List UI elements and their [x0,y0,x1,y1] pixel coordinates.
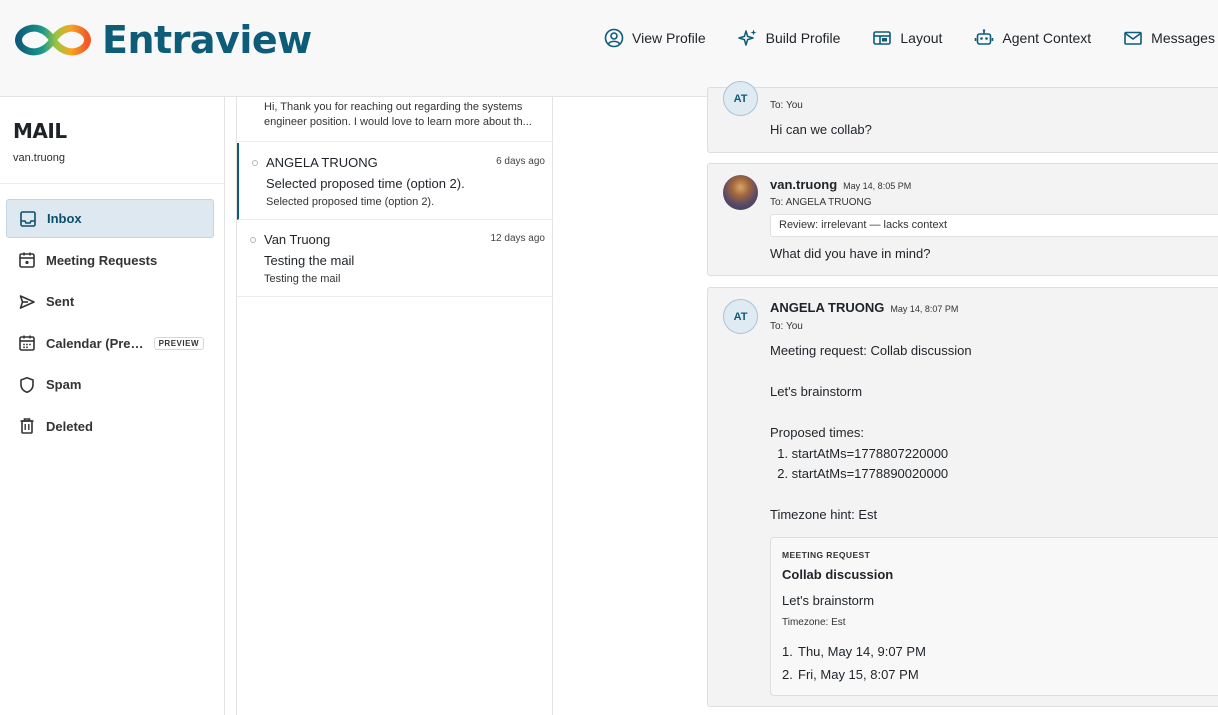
option-time: Fri, May 15, 8:07 PM [798,667,919,682]
avatar: AT [723,299,758,334]
nav-view-profile[interactable]: View Profile [604,28,706,48]
message-date: May 14, 8:07 PM [890,304,959,314]
send-icon [19,294,35,309]
thread-message: AT To: You Hi can we collab? [707,81,1218,153]
message-thread: AT To: You Hi can we collab? van.truong M… [554,81,1218,715]
sender-name: ANGELA TRUONG [770,300,885,315]
sidebar-item-label: Spam [46,377,82,392]
message-sender: ANGELA TRUONG May 14, 8:07 PM [770,300,958,315]
nav-layout[interactable]: Layout [872,28,942,48]
robot-icon [975,29,994,45]
mail-sidebar: MAIL van.truong Inbox Meeting Requests S… [0,97,225,715]
nav-view-profile-label: View Profile [632,30,706,46]
message-subject: Selected proposed time (option 2). [266,176,465,191]
sender-name: van.truong [770,177,838,192]
sidebar-item-label: Sent [46,294,75,309]
message-body: Hi can we collab? [770,122,872,137]
message-body: Meeting request: Collab discussion Let's… [770,343,972,522]
sidebar-item-sent[interactable]: Sent [6,282,214,321]
meeting-time-option[interactable]: 1. Thu, May 14, 9:07 PM [782,644,926,659]
sidebar-divider [0,183,224,184]
meeting-timezone: Timezone: Est [782,617,846,628]
sidebar-item-spam[interactable]: Spam [6,365,214,404]
avatar: AT [723,81,758,116]
unread-dot [250,237,256,243]
mail-title: MAIL [13,119,67,143]
shield-icon [20,376,34,393]
brand-logo[interactable]: Entraview [12,18,312,62]
layout-icon [873,31,892,45]
option-time: Thu, May 14, 9:07 PM [798,644,926,659]
message-sender: Van Truong [264,232,331,247]
mail-folder-nav: Inbox Meeting Requests Sent Calendar (Pr… [6,199,214,448]
message-sender: van.truong May 14, 8:05 PM [770,177,911,192]
thread-message: AT ANGELA TRUONG May 14, 8:07 PM To: You … [707,287,1218,707]
sidebar-item-label: Deleted [46,418,93,434]
list-item[interactable]: Van Truong 12 days ago Testing the mail … [237,220,553,297]
calendar-plus-icon [19,252,35,268]
mail-icon [1124,31,1142,45]
sidebar-item-label: Meeting Requests [46,252,158,268]
top-nav: View Profile Build Profile Layout Agent … [604,28,1215,48]
message-list: Hi, Thank you for reaching out regarding… [236,97,553,715]
trash-icon [20,418,34,434]
meeting-time-option[interactable]: 2. Fri, May 15, 8:07 PM [782,667,919,682]
message-date: May 14, 8:05 PM [843,181,912,191]
nav-agent-context[interactable]: Agent Context [974,28,1091,48]
option-number: 2. [782,667,793,682]
calendar-icon [19,335,35,351]
meeting-title: Collab discussion [782,567,894,582]
sidebar-item-inbox[interactable]: Inbox [6,199,214,238]
message-preview: Selected proposed time (option 2). [266,196,435,208]
list-item[interactable]: Hi, Thank you for reaching out regarding… [237,96,553,142]
message-recipient: To: You [770,100,803,111]
message-recipient: To: ANGELA TRUONG [770,197,872,208]
review-note: Review: irrelevant — lacks context [770,214,1218,237]
nav-build-profile-label: Build Profile [765,30,841,46]
message-recipient: To: You [770,321,803,332]
message-preview: Hi, Thank you for reaching out regarding… [264,101,532,128]
meeting-request-card[interactable]: MEETING REQUEST Collab discussion Let's … [770,537,1218,696]
sidebar-item-calendar[interactable]: Calendar (Pre… PREVIEW [6,324,214,363]
nav-messages-label: Messages [1151,30,1215,46]
sidebar-item-deleted[interactable]: Deleted [6,407,214,446]
meeting-request-label: MEETING REQUEST [782,550,871,560]
user-circle-icon [604,28,624,48]
message-time: 12 days ago [490,233,546,244]
message-preview: Testing the mail [264,273,341,285]
message-sender: ANGELA TRUONG [266,155,378,170]
meeting-description: Let's brainstorm [782,593,875,608]
sparkles-icon [737,29,757,46]
message-time: 6 days ago [496,156,545,167]
infinity-logo-icon [15,24,91,56]
top-bar: Entraview View Profile Build Profile Lay… [0,0,1218,97]
nav-messages[interactable]: Messages [1123,28,1215,48]
sidebar-item-label: Inbox [47,211,82,226]
brand-name: Entraview [102,18,312,62]
nav-agent-context-label: Agent Context [1002,30,1092,46]
preview-badge: PREVIEW [153,336,204,350]
unread-dot [252,160,258,166]
nav-build-profile[interactable]: Build Profile [737,28,841,48]
message-subject: Testing the mail [264,253,355,268]
thread-message: van.truong May 14, 8:05 PM To: ANGELA TRU… [707,163,1218,276]
mail-username: van.truong [13,152,65,164]
inbox-icon [20,210,36,227]
sidebar-item-label: Calendar (Pre… [46,335,144,351]
avatar [723,175,758,210]
list-item[interactable]: ANGELA TRUONG 6 days ago Selected propos… [237,143,553,220]
nav-layout-label: Layout [900,30,943,46]
sidebar-item-meeting-requests[interactable]: Meeting Requests [6,241,214,280]
option-number: 1. [782,644,793,659]
message-body: What did you have in mind? [770,246,931,261]
